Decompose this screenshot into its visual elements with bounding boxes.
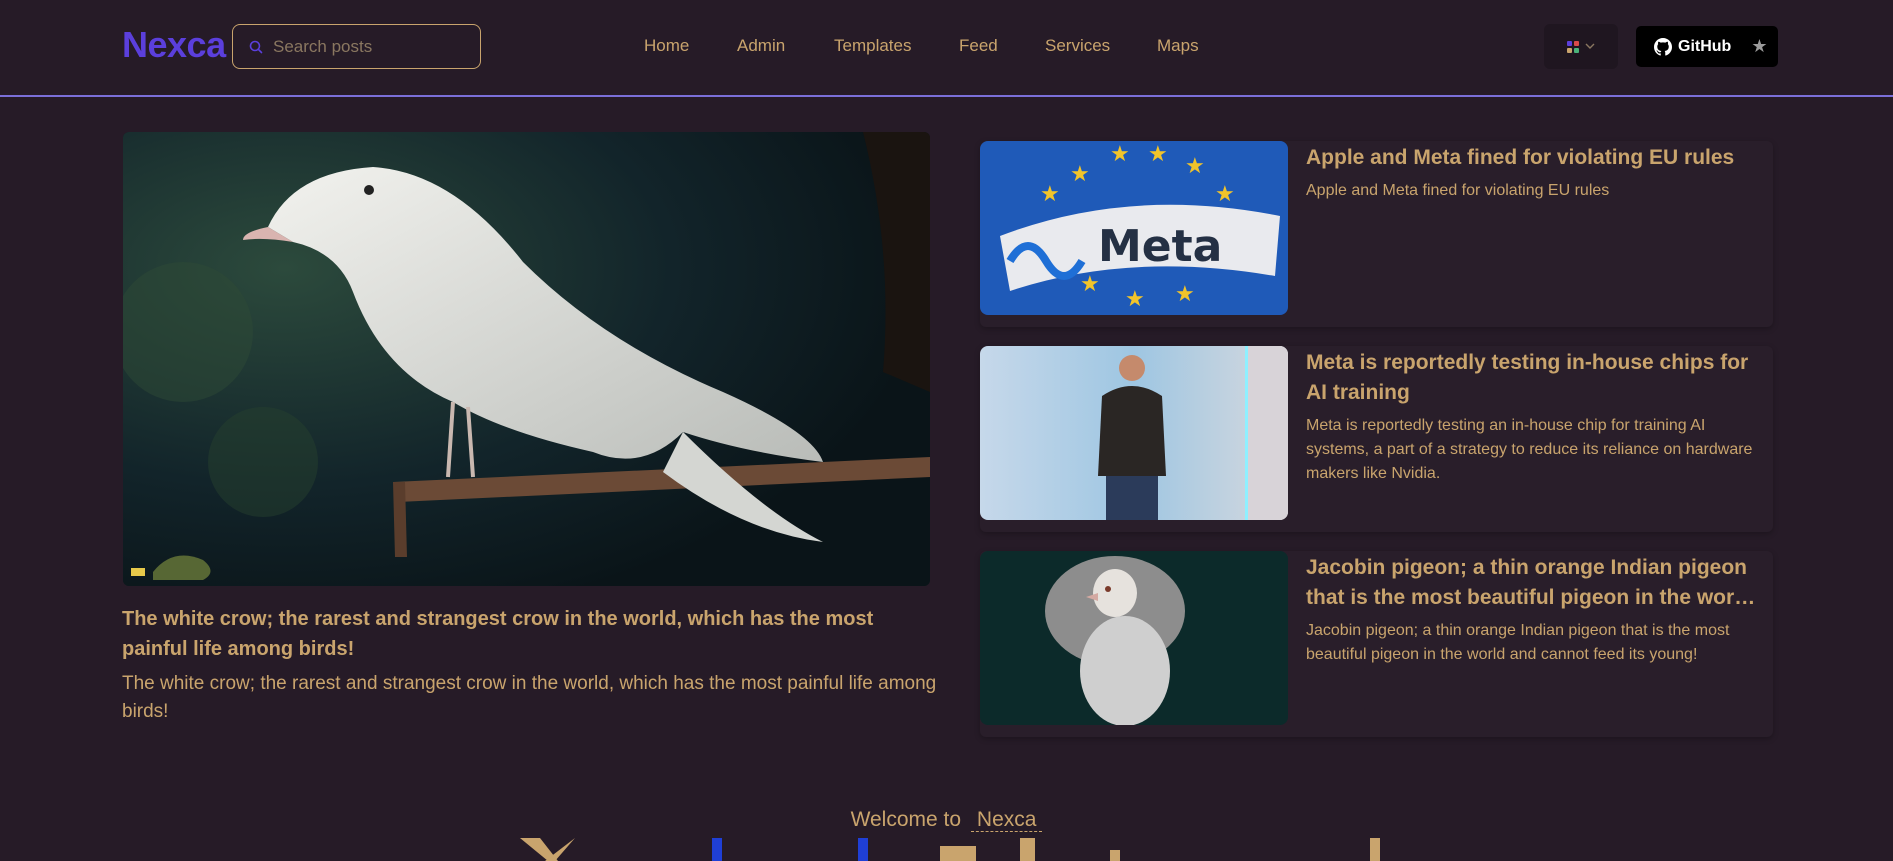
welcome-brand[interactable]: Nexca	[970, 808, 1043, 832]
featured-description: The white crow; the rarest and strangest…	[122, 673, 937, 722]
github-button[interactable]: GitHub ★	[1636, 26, 1778, 67]
welcome-prefix: Welcome to	[850, 808, 962, 831]
palette-icon	[1567, 40, 1579, 53]
post-thumbnail[interactable]	[980, 346, 1288, 520]
hero-heading-partial	[0, 838, 1893, 861]
post-description: Apple and Meta fined for violating EU ru…	[1306, 182, 1610, 199]
search-box[interactable]	[232, 24, 481, 69]
nav-services[interactable]: Services	[1045, 36, 1110, 56]
svg-text:★: ★	[1125, 286, 1145, 311]
site-header: Nexca Home Admin Templates Feed Services…	[0, 0, 1893, 97]
nav-maps[interactable]: Maps	[1157, 36, 1199, 56]
svg-text:★: ★	[1040, 181, 1060, 206]
svg-text:★: ★	[1148, 141, 1168, 166]
post-card[interactable]: ★ ★ ★ ★ ★ ★ ★ ★ ★ Meta Apple and Meta fined …	[980, 141, 1773, 327]
post-card[interactable]: Jacobin pigeon; a thin orange Indian pig…	[980, 551, 1773, 737]
post-card[interactable]: Meta is reportedly testing in-house chip…	[980, 346, 1773, 532]
meta-image-text: Meta	[1098, 221, 1222, 272]
post-title[interactable]: Apple and Meta fined for violating EU ru…	[1306, 143, 1761, 173]
nav-templates[interactable]: Templates	[834, 36, 911, 56]
nav-admin[interactable]: Admin	[737, 36, 785, 56]
github-icon	[1654, 37, 1672, 56]
github-label: GitHub	[1678, 37, 1732, 55]
nav-home[interactable]: Home	[644, 36, 689, 56]
svg-text:★: ★	[1070, 161, 1090, 186]
featured-title[interactable]: The white crow; the rarest and strangest…	[122, 604, 937, 664]
star-icon[interactable]: ★	[1751, 36, 1767, 57]
svg-text:★: ★	[1080, 271, 1100, 296]
post-title[interactable]: Jacobin pigeon; a thin orange Indian pig…	[1306, 553, 1761, 613]
site-logo[interactable]: Nexca	[122, 24, 226, 66]
nav-feed[interactable]: Feed	[959, 36, 998, 56]
post-description: Meta is reportedly testing an in-house c…	[1306, 417, 1753, 482]
search-input[interactable]	[273, 36, 473, 57]
post-thumbnail[interactable]	[980, 551, 1288, 725]
chevron-down-icon	[1585, 43, 1595, 49]
welcome-line: Welcome to Nexca	[0, 808, 1893, 832]
svg-text:★: ★	[1215, 181, 1235, 206]
featured-image[interactable]	[123, 132, 930, 586]
svg-text:★: ★	[1110, 141, 1130, 166]
search-icon	[249, 40, 263, 53]
svg-text:★: ★	[1185, 153, 1205, 178]
post-description: Jacobin pigeon; a thin orange Indian pig…	[1306, 622, 1730, 663]
post-thumbnail[interactable]: ★ ★ ★ ★ ★ ★ ★ ★ ★ Meta	[980, 141, 1288, 315]
theme-switcher-button[interactable]	[1544, 24, 1618, 69]
post-title[interactable]: Meta is reportedly testing in-house chip…	[1306, 348, 1761, 408]
svg-text:★: ★	[1175, 281, 1195, 306]
